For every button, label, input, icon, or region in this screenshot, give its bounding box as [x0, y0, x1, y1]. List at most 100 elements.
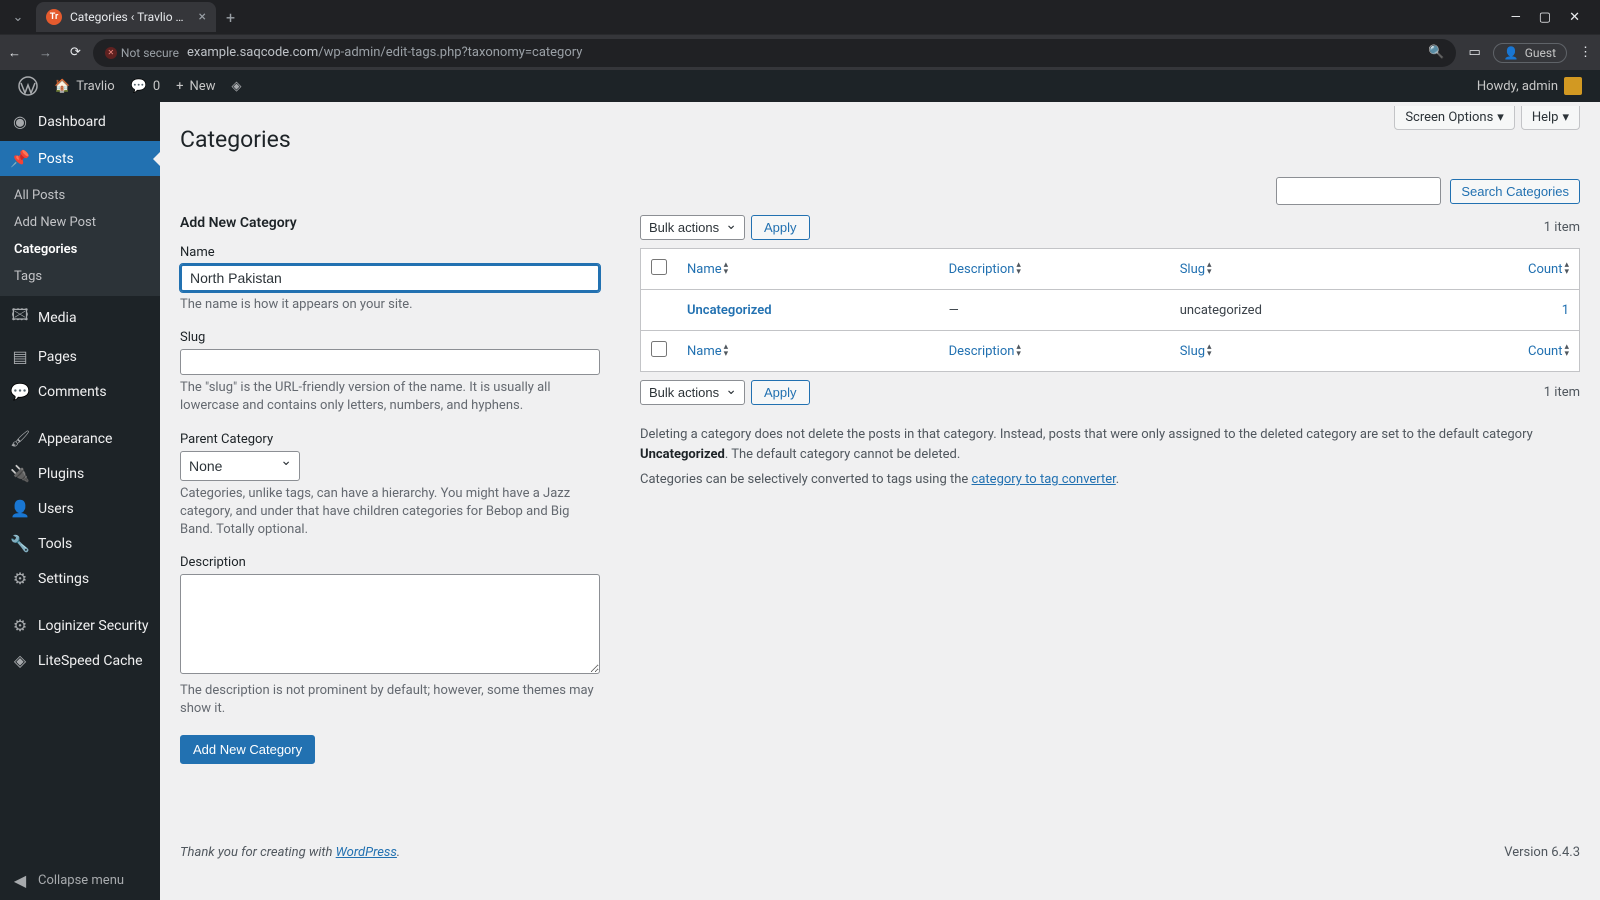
tabs-dropdown[interactable]: ⌄: [6, 5, 30, 29]
select-all-bottom[interactable]: [651, 341, 667, 357]
sort-icon: ▴▾: [1016, 344, 1021, 358]
col-description-foot[interactable]: Description▴▾: [939, 331, 1170, 372]
description-desc: The description is not prominent by defa…: [180, 682, 600, 718]
pin-icon: 📌: [10, 149, 30, 168]
select-all-top[interactable]: [651, 259, 667, 275]
url-text: example.saqcode.com/wp-admin/edit-tags.p…: [187, 45, 582, 60]
bulk-actions-bottom[interactable]: Bulk actions: [640, 380, 745, 405]
site-link[interactable]: 🏠 Travlio: [46, 70, 123, 102]
sort-icon: ▴▾: [724, 262, 729, 276]
chevron-down-icon: ▾: [1562, 110, 1569, 125]
converter-link[interactable]: category to tag converter: [972, 472, 1116, 487]
wp-logo[interactable]: [10, 70, 46, 102]
sort-icon: ▴▾: [1016, 262, 1021, 276]
minimize-icon[interactable]: —: [1511, 10, 1521, 25]
add-category-button[interactable]: Add New Category: [180, 735, 315, 764]
description-label: Description: [180, 555, 600, 570]
slug-desc: The "slug" is the URL-friendly version o…: [180, 379, 600, 415]
col-description[interactable]: Description▴▾: [939, 249, 1170, 290]
menu-tools[interactable]: 🔧Tools: [0, 526, 160, 561]
zoom-icon[interactable]: 🔍: [1428, 45, 1444, 60]
submenu-posts: All Posts Add New Post Categories Tags: [0, 176, 160, 296]
search-input[interactable]: [1276, 177, 1441, 205]
col-slug[interactable]: Slug▴▾: [1170, 249, 1426, 290]
col-name-foot[interactable]: Name▴▾: [677, 331, 939, 372]
howdy-account[interactable]: Howdy, admin: [1469, 70, 1590, 102]
parent-select[interactable]: None: [180, 451, 300, 481]
menu-comments[interactable]: 💬Comments: [0, 374, 160, 409]
row-name-link[interactable]: Uncategorized: [687, 303, 772, 318]
plug-icon: 🔌: [10, 464, 30, 483]
tab-strip: ⌄ Tr Categories ‹ Travlio — WordPre × + …: [0, 0, 1600, 34]
reload-icon[interactable]: ⟳: [70, 45, 81, 60]
bulk-actions-top[interactable]: Bulk actions: [640, 215, 745, 240]
submenu-categories[interactable]: Categories: [0, 236, 160, 263]
col-count[interactable]: Count▴▾: [1426, 249, 1580, 290]
panel-icon[interactable]: ▭: [1468, 45, 1480, 60]
menu-appearance[interactable]: 🖌Appearance: [0, 421, 160, 456]
maximize-icon[interactable]: ▢: [1539, 10, 1551, 25]
menu-dashboard[interactable]: ◉Dashboard: [0, 102, 160, 141]
close-window-icon[interactable]: ✕: [1569, 10, 1580, 25]
brush-icon: 🖌: [10, 429, 30, 448]
chevron-down-icon: ▾: [1497, 110, 1504, 125]
new-tab-button[interactable]: +: [222, 8, 239, 27]
sort-icon: ▴▾: [1564, 262, 1569, 276]
collapse-icon: ◀: [10, 871, 30, 890]
dashboard-icon: ◉: [10, 112, 30, 131]
help-button[interactable]: Help ▾: [1521, 106, 1580, 130]
wp-admin-bar: 🏠 Travlio 💬 0 + New ◈ Howdy, admin: [0, 70, 1600, 102]
submenu-add-post[interactable]: Add New Post: [0, 209, 160, 236]
col-name[interactable]: Name▴▾: [677, 249, 939, 290]
submenu-all-posts[interactable]: All Posts: [0, 182, 160, 209]
apply-top-button[interactable]: Apply: [751, 215, 810, 240]
menu-litespeed[interactable]: ◈LiteSpeed Cache: [0, 643, 160, 678]
menu-posts[interactable]: 📌Posts: [0, 141, 160, 176]
form-heading: Add New Category: [180, 215, 600, 231]
item-count-bottom: 1 item: [1544, 385, 1580, 400]
footer-version: Version 6.4.3: [1504, 845, 1580, 860]
avatar: [1564, 77, 1582, 95]
address-bar[interactable]: ✕ Not secure example.saqcode.com/wp-admi…: [93, 39, 1457, 67]
person-icon: 👤: [1504, 46, 1519, 60]
menu-users[interactable]: 👤Users: [0, 491, 160, 526]
menu-loginizer[interactable]: ⚙Loginizer Security: [0, 608, 160, 643]
kebab-menu-icon[interactable]: ⋮: [1579, 45, 1592, 60]
comments-link[interactable]: 💬 0: [123, 70, 169, 102]
wordpress-icon: [18, 76, 38, 96]
parent-label: Parent Category: [180, 432, 600, 447]
not-secure-badge[interactable]: ✕ Not secure: [105, 46, 179, 60]
row-description: —: [939, 290, 1170, 331]
table-row[interactable]: Uncategorized — uncategorized 1: [641, 290, 1580, 331]
name-label: Name: [180, 245, 600, 260]
wrench-icon: 🔧: [10, 534, 30, 553]
menu-settings[interactable]: ⚙Settings: [0, 561, 160, 596]
apply-bottom-button[interactable]: Apply: [751, 380, 810, 405]
collapse-menu[interactable]: ◀Collapse menu: [0, 861, 160, 900]
address-row: ← → ⟳ ✕ Not secure example.saqcode.com/w…: [0, 34, 1600, 70]
menu-plugins[interactable]: 🔌Plugins: [0, 456, 160, 491]
wordpress-link[interactable]: WordPress: [336, 845, 397, 860]
categories-table: Name▴▾ Description▴▾ Slug▴▾ Count▴▾ Unca…: [640, 248, 1580, 372]
slug-input[interactable]: [180, 349, 600, 375]
submenu-tags[interactable]: Tags: [0, 263, 160, 290]
screen-options-button[interactable]: Screen Options ▾: [1394, 106, 1515, 130]
menu-media[interactable]: 🖾Media: [0, 296, 160, 339]
row-count-link[interactable]: 1: [1562, 303, 1569, 318]
name-input[interactable]: [180, 264, 600, 292]
guest-profile[interactable]: 👤 Guest: [1493, 43, 1567, 63]
description-textarea[interactable]: [180, 574, 600, 674]
new-content[interactable]: + New: [168, 70, 223, 102]
parent-desc: Categories, unlike tags, can have a hier…: [180, 485, 600, 540]
item-count-top: 1 item: [1544, 220, 1580, 235]
close-tab-icon[interactable]: ×: [199, 9, 206, 25]
search-categories-button[interactable]: Search Categories: [1450, 179, 1580, 204]
col-slug-foot[interactable]: Slug▴▾: [1170, 331, 1426, 372]
back-icon[interactable]: ←: [8, 45, 21, 61]
sort-icon: ▴▾: [1207, 344, 1212, 358]
sliders-icon: ⚙: [10, 569, 30, 588]
litespeed-bar[interactable]: ◈: [223, 70, 249, 102]
menu-pages[interactable]: ▤Pages: [0, 339, 160, 374]
col-count-foot[interactable]: Count▴▾: [1426, 331, 1580, 372]
browser-tab[interactable]: Tr Categories ‹ Travlio — WordPre ×: [36, 2, 216, 32]
